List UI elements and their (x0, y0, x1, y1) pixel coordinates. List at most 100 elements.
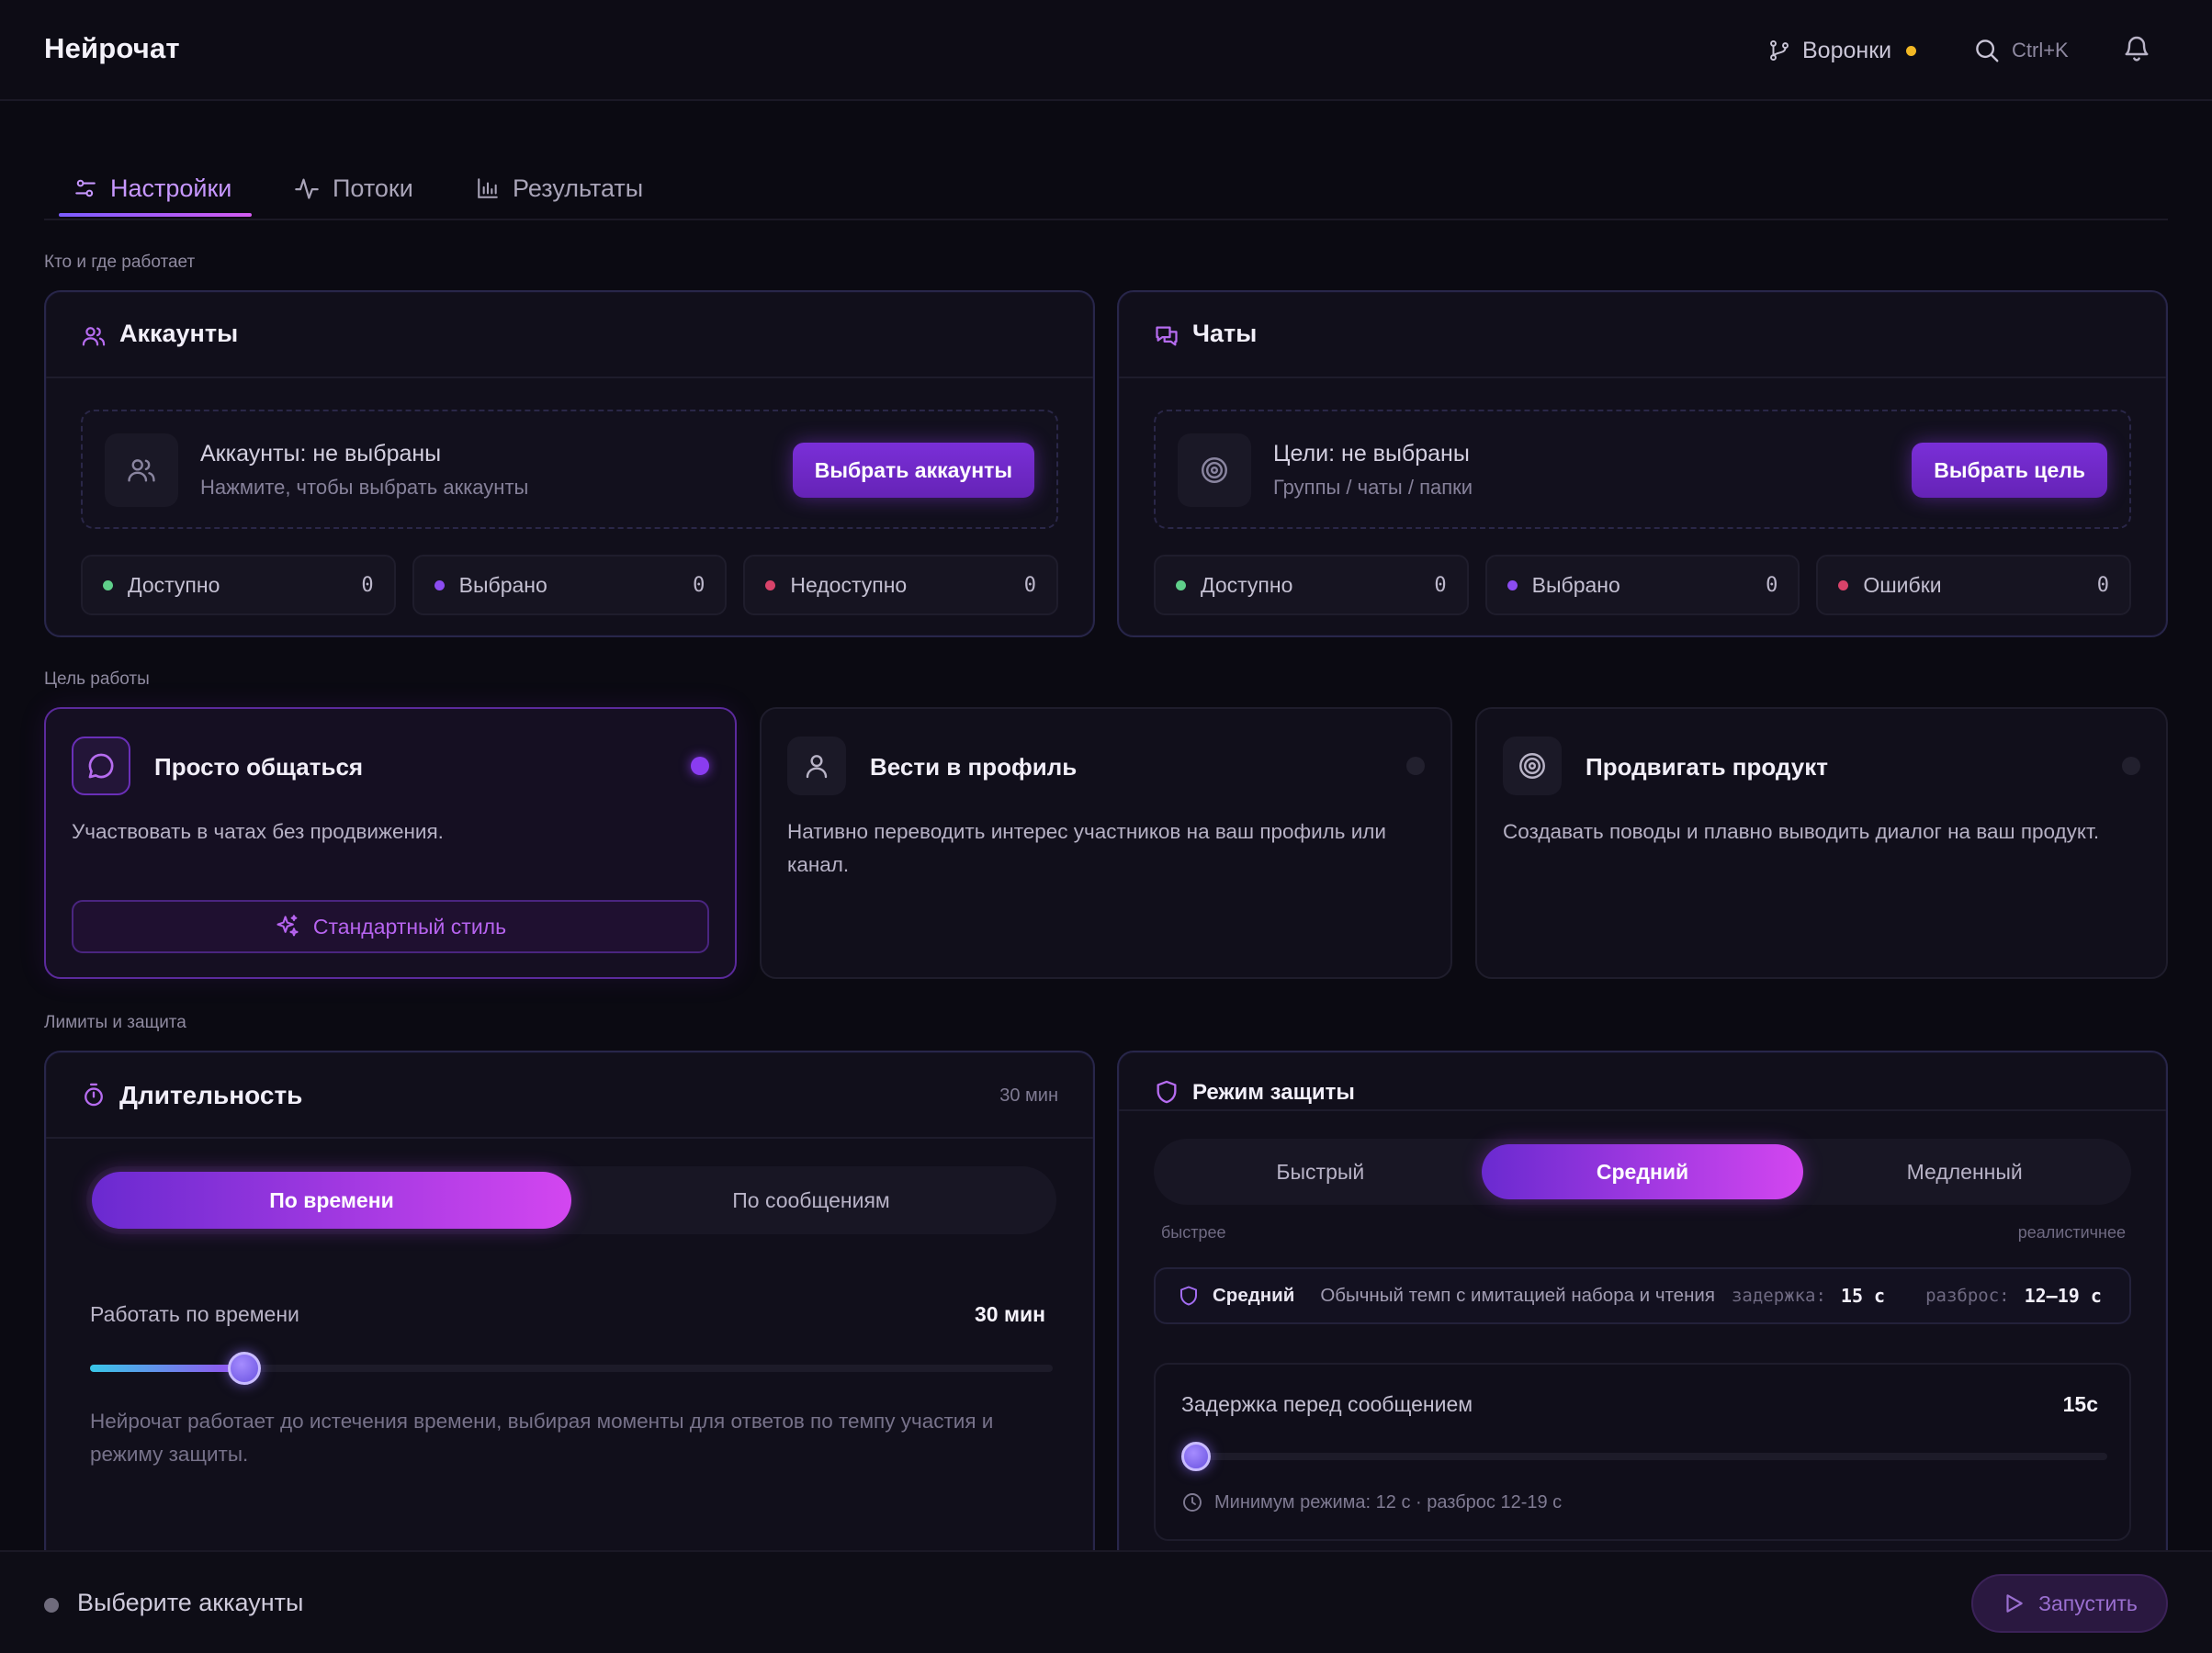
goal-description: Участвовать в чатах без продвижения. (72, 820, 444, 843)
active-tab-indicator (59, 213, 252, 217)
work-time-value: 30 мин (974, 1302, 1045, 1326)
stat-dot (765, 579, 776, 590)
tab-results[interactable]: Результаты (476, 167, 643, 209)
accounts-stats: Доступно 0 Выбрано 0 Недоступно 0 (81, 555, 1059, 615)
search-button[interactable]: Ctrl+K (1973, 33, 2069, 68)
stat-value: 0 (693, 573, 705, 597)
goal-radio[interactable] (1406, 757, 1425, 775)
chats-title: Чаты (1192, 320, 1258, 347)
mode-by-time[interactable]: По времени (92, 1172, 571, 1229)
section-label-goal: Цель работы (44, 669, 150, 689)
standard-style-label: Стандартный стиль (312, 914, 507, 939)
stat-value: 0 (1023, 573, 1037, 597)
stat-value: 0 (2096, 573, 2110, 597)
accounts-picker-subtitle: Нажмите, чтобы выбрать аккаунты (200, 476, 529, 499)
chats-stats: Доступно 0 Выбрано 0 Ошибки 0 (1154, 555, 2132, 615)
app-title: Нейрочат (44, 32, 180, 64)
stat-label: Выбрано (1531, 572, 1620, 597)
funnels-button[interactable]: Воронки (1767, 33, 1917, 68)
goal-card-profile[interactable]: Вести в профиль Нативно переводить интер… (760, 707, 1452, 979)
protection-card-header: Режим защиты (1119, 1052, 2166, 1111)
tab-settings-label: Настройки (110, 174, 232, 202)
chats-card-header: Чаты (1119, 292, 2166, 378)
duration-badge: 30 мин (999, 1085, 1058, 1106)
chat-bubble-icon (85, 750, 117, 782)
duration-slider[interactable] (90, 1352, 1053, 1385)
goal-description: Нативно переводить интерес участников на… (787, 820, 1387, 876)
chats-picker[interactable]: Цели: не выбраны Группы / чаты / папки В… (1154, 410, 2131, 529)
chats-picker-title: Цели: не выбраны (1273, 441, 1470, 467)
run-button[interactable]: Запустить (1971, 1574, 2168, 1633)
accounts-picker[interactable]: Аккаунты: не выбраны Нажмите, чтобы выбр… (81, 410, 1058, 529)
tab-streams[interactable]: Потоки (294, 167, 413, 209)
run-button-label: Запустить (2038, 1591, 2138, 1615)
stat-selected: Выбрано 0 (1484, 555, 1800, 615)
hint-more-realistic: реалистичнее (2017, 1223, 2126, 1242)
play-icon (2002, 1591, 2026, 1615)
delay-key: задержка: (1731, 1286, 1826, 1306)
accounts-title: Аккаунты (119, 320, 239, 347)
bottom-bar: Выберите аккаунты Запустить (0, 1550, 2212, 1653)
delay-slider-handle[interactable] (1181, 1442, 1211, 1471)
stat-label: Недоступно (790, 572, 908, 597)
protection-info-desc: Обычный темп с имитацией набора и чтения (1320, 1285, 1715, 1306)
protection-title: Режим защиты (1192, 1080, 1355, 1105)
target-icon (1199, 455, 1230, 486)
mode-fast[interactable]: Быстрый (1159, 1144, 1482, 1199)
delay-note: Минимум режима: 12 с · разброс 12-19 с (1181, 1491, 1562, 1513)
goal-radio[interactable] (2122, 757, 2140, 775)
goal-title: Продвигать продукт (1586, 753, 1828, 781)
stat-available: Доступно 0 (81, 555, 396, 615)
clock-icon (1181, 1491, 1203, 1513)
stat-value: 0 (1766, 573, 1778, 597)
standard-style-button[interactable]: Стандартный стиль (72, 900, 709, 953)
messages-icon (1154, 323, 1179, 349)
chats-picker-icon-box (1178, 433, 1251, 507)
section-label-who: Кто и где работает (44, 253, 196, 272)
tab-results-label: Результаты (513, 174, 644, 202)
notifications-button[interactable] (2122, 33, 2151, 64)
sparkles-icon (275, 914, 300, 939)
mode-slow[interactable]: Медленный (1803, 1144, 2126, 1199)
stat-dot (1507, 579, 1518, 590)
protection-mode-toggle: Быстрый Средний Медленный (1154, 1139, 2131, 1205)
goal-title: Просто общаться (154, 753, 364, 781)
stat-dot (434, 579, 445, 590)
mode-medium[interactable]: Средний (1481, 1144, 1804, 1199)
select-target-button[interactable]: Выбрать цель (1912, 443, 2107, 498)
goal-card-chat[interactable]: Просто общаться Участвовать в чатах без … (44, 707, 737, 979)
tab-settings[interactable]: Настройки (73, 167, 231, 209)
goal-icon-box (72, 737, 130, 795)
goal-card-product[interactable]: Продвигать продукт Создавать поводы и пл… (1475, 707, 2168, 979)
sliders-icon (73, 176, 97, 200)
hint-faster: быстрее (1161, 1223, 1226, 1242)
goal-icon-box (787, 737, 846, 795)
mode-by-messages[interactable]: По сообщениям (571, 1172, 1051, 1229)
tab-streams-label: Потоки (333, 174, 413, 202)
stat-available: Доступно 0 (1154, 555, 1469, 615)
duration-slider-handle[interactable] (227, 1352, 261, 1385)
stat-value: 0 (361, 573, 374, 597)
bar-chart-icon (476, 176, 500, 200)
accounts-card: Аккаунты Аккаунты: не выбраны Нажмите, ч… (44, 290, 1095, 637)
delay-note-text: Минимум режима: 12 с · разброс 12-19 с (1214, 1491, 1563, 1512)
search-icon (1973, 37, 2001, 64)
chats-picker-subtitle: Группы / чаты / папки (1273, 476, 1473, 499)
accounts-picker-icon-box (105, 433, 178, 507)
section-label-limits: Лимиты и защита (44, 1013, 186, 1032)
git-branch-icon (1767, 39, 1791, 62)
shield-icon (1178, 1284, 1200, 1308)
target-icon (1517, 750, 1548, 782)
select-accounts-button[interactable]: Выбрать аккаунты (792, 443, 1034, 498)
accounts-picker-title: Аккаунты: не выбраны (200, 441, 442, 467)
delay-box: Задержка перед сообщением 15c Минимум ре… (1154, 1363, 2131, 1541)
delay-slider[interactable] (1181, 1442, 2107, 1471)
goal-radio-selected[interactable] (691, 757, 709, 775)
stat-value: 0 (1434, 573, 1447, 597)
users-icon (126, 455, 157, 486)
activity-icon (294, 175, 320, 201)
work-time-label: Работать по времени (90, 1302, 299, 1326)
goal-icon-box (1503, 737, 1562, 795)
stat-errors: Ошибки 0 (1816, 555, 2132, 615)
protection-info-name: Средний (1213, 1285, 1295, 1306)
